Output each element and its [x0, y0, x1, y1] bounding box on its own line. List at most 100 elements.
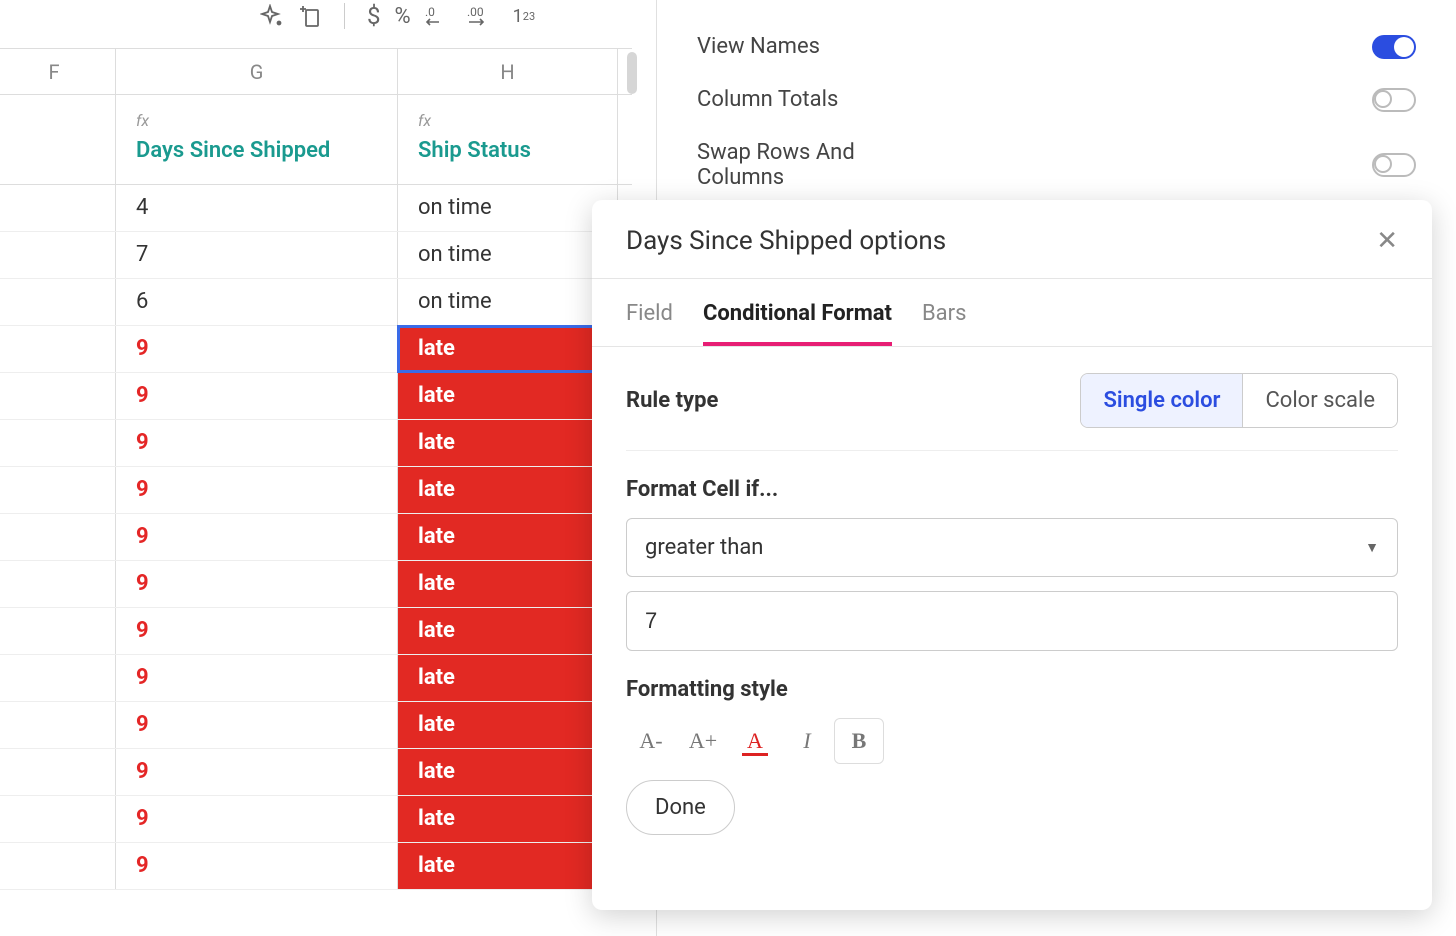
cell-days-since-shipped[interactable]: 9: [116, 373, 398, 419]
column-letter-g[interactable]: G: [116, 49, 398, 94]
font-increase-button[interactable]: A+: [678, 718, 728, 764]
cell-ship-status[interactable]: late: [398, 514, 618, 560]
cell-f[interactable]: [0, 326, 116, 372]
cell-days-since-shipped[interactable]: 9: [116, 467, 398, 513]
cell-days-since-shipped[interactable]: 9: [116, 514, 398, 560]
rule-type-label: Rule type: [626, 388, 718, 413]
condition-value: greater than: [645, 535, 763, 560]
cell-f[interactable]: [0, 279, 116, 325]
font-color-button[interactable]: A: [730, 718, 780, 764]
toggle-column-totals[interactable]: [1372, 88, 1416, 112]
column-header-h[interactable]: fx Ship Status: [398, 95, 618, 184]
cell-ship-status[interactable]: late: [398, 796, 618, 842]
svg-text:.0: .0: [425, 5, 435, 19]
cell-f[interactable]: [0, 749, 116, 795]
cell-f[interactable]: [0, 467, 116, 513]
cell-ship-status[interactable]: late: [398, 843, 618, 889]
table-row: 7on time: [0, 232, 632, 279]
column-letter-row: F G H: [0, 49, 632, 95]
close-icon[interactable]: ✕: [1376, 226, 1398, 256]
tab-conditional-format[interactable]: Conditional Format: [703, 301, 892, 346]
cell-ship-status[interactable]: late: [398, 561, 618, 607]
cell-days-since-shipped[interactable]: 9: [116, 843, 398, 889]
cell-f[interactable]: [0, 373, 116, 419]
column-letter-h[interactable]: H: [398, 49, 618, 94]
column-header-row: fx Days Since Shipped fx Ship Status: [0, 95, 632, 185]
cell-days-since-shipped[interactable]: 9: [116, 326, 398, 372]
cell-f[interactable]: [0, 514, 116, 560]
cell-ship-status[interactable]: late: [398, 467, 618, 513]
cell-f[interactable]: [0, 843, 116, 889]
table-row: 9late: [0, 561, 632, 608]
cell-ship-status[interactable]: late: [398, 420, 618, 466]
cell-days-since-shipped[interactable]: 6: [116, 279, 398, 325]
rule-type-color-scale[interactable]: Color scale: [1242, 374, 1397, 427]
setting-column-totals: Column Totals: [697, 73, 1416, 126]
toggle-swap-rows-cols[interactable]: [1372, 153, 1416, 177]
percent-icon[interactable]: %: [395, 4, 411, 29]
currency-icon[interactable]: $: [367, 2, 381, 30]
cell-days-since-shipped[interactable]: 7: [116, 232, 398, 278]
rule-type-single-color[interactable]: Single color: [1081, 374, 1242, 427]
scrollbar-thumb[interactable]: [627, 52, 637, 94]
rows-container: 4on time7on time6on time9late9late9late9…: [0, 185, 632, 890]
table-row: 9late: [0, 655, 632, 702]
cell-f[interactable]: [0, 608, 116, 654]
cell-days-since-shipped[interactable]: 9: [116, 796, 398, 842]
setting-label: View Names: [697, 34, 820, 59]
cell-f[interactable]: [0, 232, 116, 278]
cell-f[interactable]: [0, 655, 116, 701]
cell-days-since-shipped[interactable]: 9: [116, 420, 398, 466]
column-title-g: Days Since Shipped: [136, 136, 377, 166]
cell-days-since-shipped[interactable]: 9: [116, 561, 398, 607]
cell-days-since-shipped[interactable]: 9: [116, 655, 398, 701]
font-decrease-button[interactable]: A-: [626, 718, 676, 764]
cell-ship-status[interactable]: on time: [398, 185, 618, 231]
cell-ship-status[interactable]: on time: [398, 279, 618, 325]
cell-days-since-shipped[interactable]: 9: [116, 702, 398, 748]
cell-f[interactable]: [0, 796, 116, 842]
tab-bars[interactable]: Bars: [922, 301, 966, 346]
cell-f[interactable]: [0, 561, 116, 607]
cell-days-since-shipped[interactable]: 4: [116, 185, 398, 231]
table-row: 9late: [0, 749, 632, 796]
cell-f[interactable]: [0, 702, 116, 748]
cell-days-since-shipped[interactable]: 9: [116, 749, 398, 795]
condition-select[interactable]: greater than ▼: [626, 518, 1398, 577]
table-row: 9late: [0, 467, 632, 514]
cell-ship-status[interactable]: on time: [398, 232, 618, 278]
insert-icon[interactable]: [298, 4, 322, 28]
italic-button[interactable]: I: [782, 718, 832, 764]
table-row: 9late: [0, 796, 632, 843]
format-cell-if-label: Format Cell if...: [626, 477, 1398, 502]
cell-ship-status[interactable]: late: [398, 608, 618, 654]
svg-text:.00: .00: [467, 5, 484, 19]
decimal-increase-icon[interactable]: .00: [467, 4, 499, 28]
cell-ship-status[interactable]: late: [398, 373, 618, 419]
fx-icon: fx: [418, 111, 597, 130]
table-row: 9late: [0, 373, 632, 420]
spreadsheet: F G H fx Days Since Shipped fx Ship Stat…: [0, 48, 632, 890]
formatting-style-label: Formatting style: [626, 677, 1398, 702]
toggle-view-names[interactable]: [1372, 35, 1416, 59]
table-row: 9late: [0, 843, 632, 890]
cell-f[interactable]: [0, 185, 116, 231]
condition-value-input[interactable]: [626, 591, 1398, 651]
format-number-icon[interactable]: 123: [513, 6, 536, 27]
sparkle-icon[interactable]: [260, 4, 284, 28]
popover-title: Days Since Shipped options: [626, 226, 946, 256]
setting-label: Swap Rows And Columns: [697, 140, 937, 190]
cell-ship-status[interactable]: late: [398, 702, 618, 748]
cell-days-since-shipped[interactable]: 9: [116, 608, 398, 654]
cell-f[interactable]: [0, 420, 116, 466]
cell-ship-status[interactable]: late: [398, 655, 618, 701]
tab-field[interactable]: Field: [626, 301, 673, 346]
cell-ship-status[interactable]: late: [398, 749, 618, 795]
cell-ship-status[interactable]: late: [398, 326, 618, 372]
column-letter-f[interactable]: F: [0, 49, 116, 94]
decimal-decrease-icon[interactable]: .0: [425, 4, 453, 28]
bold-button[interactable]: B: [834, 718, 884, 764]
done-button[interactable]: Done: [626, 780, 735, 835]
column-header-g[interactable]: fx Days Since Shipped: [116, 95, 398, 184]
column-header-f[interactable]: [0, 95, 116, 184]
